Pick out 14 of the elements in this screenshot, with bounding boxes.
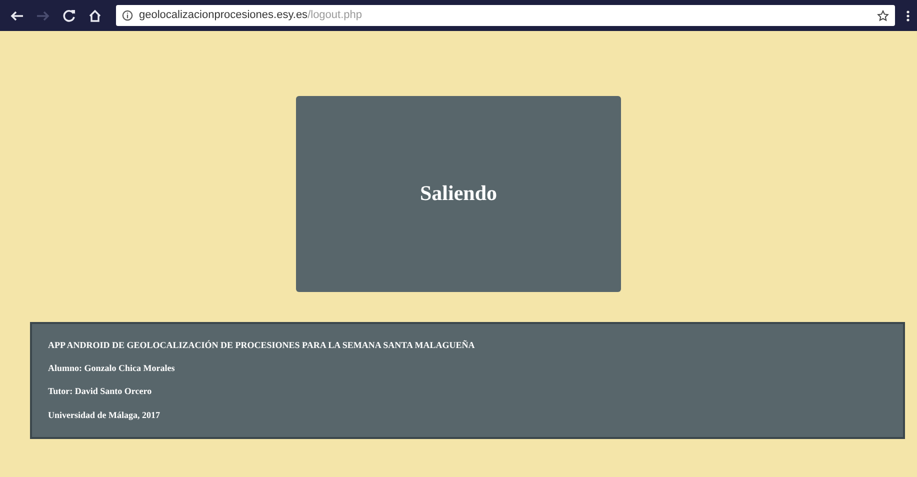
star-icon[interactable]	[877, 10, 889, 22]
back-icon	[10, 8, 24, 22]
reload-icon	[62, 8, 76, 22]
footer-text: Universidad de Málaga, 2017	[48, 408, 162, 422]
address-bar[interactable]: geolocalizacionprocesiones.esy.es/logout.php	[116, 5, 895, 26]
footer-text: Tutor: David Santo Orcero	[48, 385, 153, 398]
info-icon	[122, 10, 133, 21]
forward-icon	[36, 8, 50, 22]
url-text: geolocalizacionprocesiones.esy.es/logout.php	[139, 8, 363, 24]
footer-text: APP ANDROID DE GEOLOCALIZACIÓN DE PROCESIONES PARA LA SEMANA SANTA MALAGUEÑA	[48, 338, 476, 352]
home-icon	[88, 8, 102, 22]
menu-icon[interactable]	[905, 8, 911, 22]
message-title: Saliendo	[420, 181, 498, 207]
footer-text: Alumno: Gonzalo Chica Morales	[48, 362, 176, 376]
